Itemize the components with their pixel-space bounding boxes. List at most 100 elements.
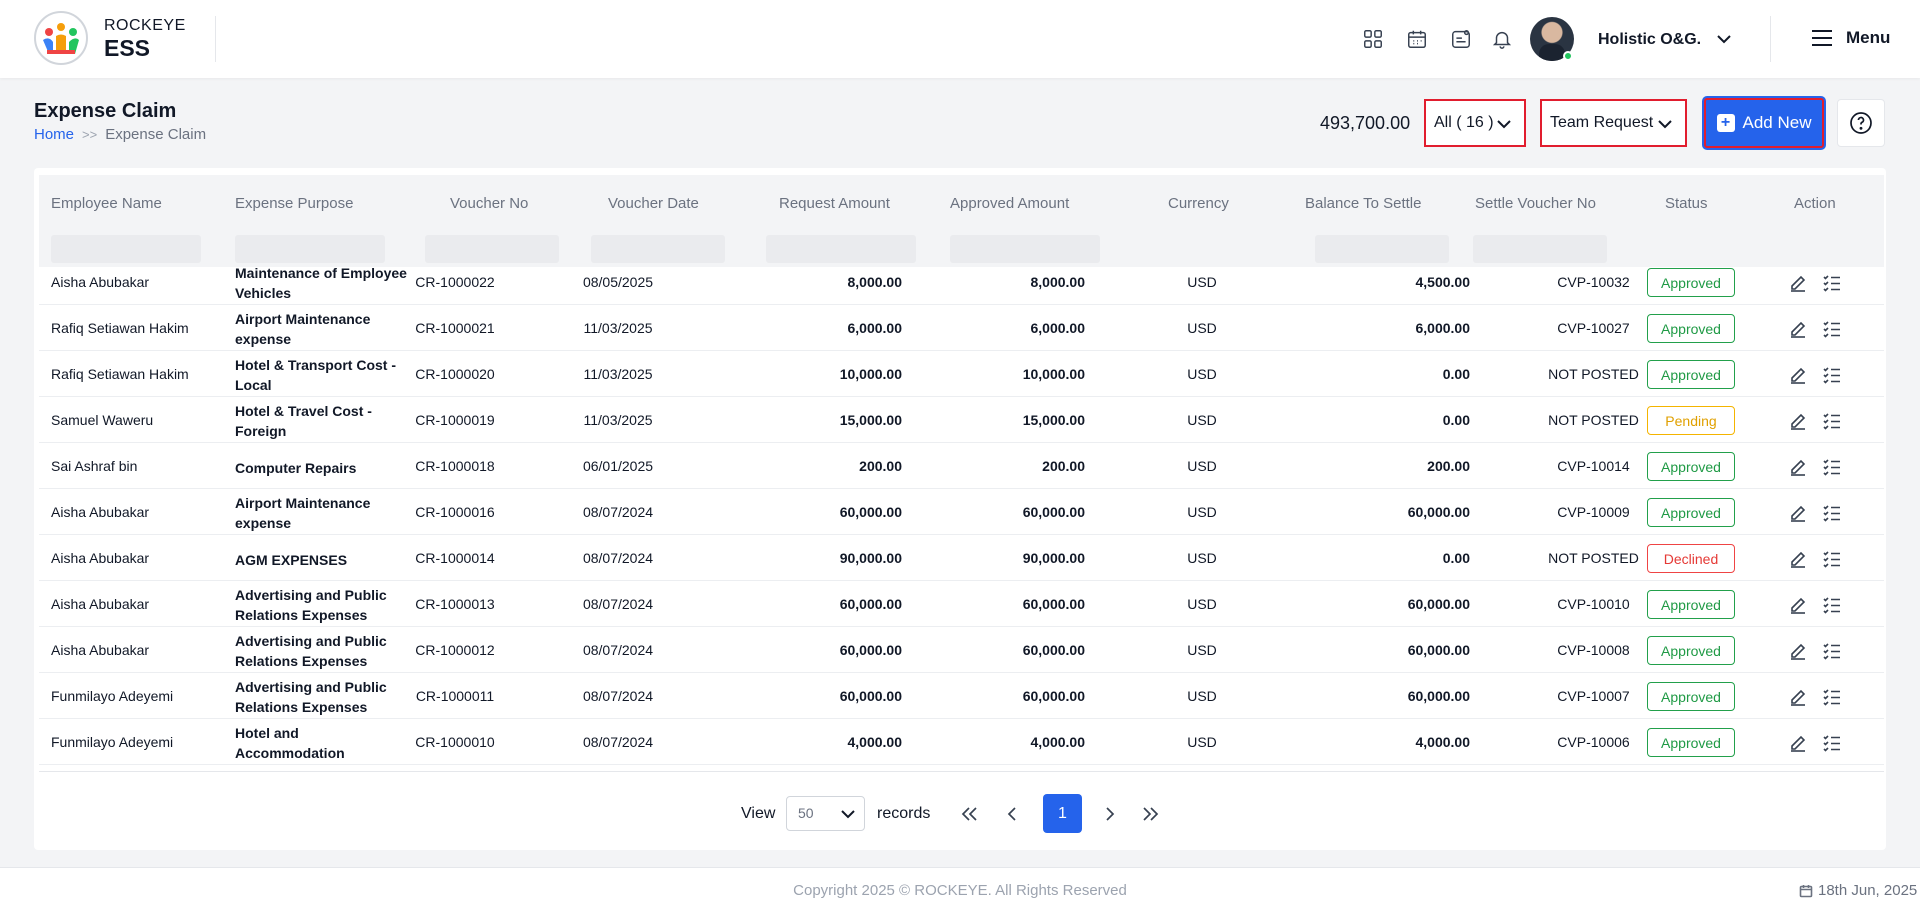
edit-button[interactable]: [1788, 411, 1808, 431]
details-button[interactable]: [1822, 411, 1842, 431]
table-row[interactable]: Aisha Abubakar AGM EXPENSES CR-1000014 0…: [39, 535, 1884, 581]
voucher-no-cell: CR-1000011: [415, 688, 495, 704]
voucher-no-cell: CR-1000020: [415, 366, 495, 382]
table-row[interactable]: Rafiq Setiawan Hakim Airport Maintenance…: [39, 305, 1884, 351]
status-filter-select[interactable]: All ( 16 ): [1424, 99, 1526, 147]
chevrons-right-icon: [1143, 807, 1159, 821]
details-button[interactable]: [1822, 319, 1842, 339]
col-action: Action: [1794, 195, 1836, 212]
currency-cell: USD: [1187, 458, 1217, 474]
edit-button[interactable]: [1788, 457, 1808, 477]
checklist-icon: [1823, 459, 1840, 476]
details-button[interactable]: [1822, 457, 1842, 477]
details-button[interactable]: [1822, 503, 1842, 523]
page-1-button[interactable]: 1: [1043, 794, 1082, 833]
breadcrumb-home[interactable]: Home: [34, 126, 74, 143]
apps-grid-icon[interactable]: [1361, 27, 1385, 51]
table-row[interactable]: Sai Ashraf bin Computer Repairs CR-10000…: [39, 443, 1884, 489]
voucher-no-cell: CR-1000019: [415, 412, 495, 428]
balance-to-settle-cell: 60,000.00: [1407, 642, 1470, 658]
edit-button[interactable]: [1788, 595, 1808, 615]
bell-icon[interactable]: [1490, 27, 1514, 51]
details-button[interactable]: [1822, 549, 1842, 569]
help-icon: [1850, 112, 1872, 134]
col-request-amount[interactable]: Request Amount: [779, 195, 890, 212]
col-expense-purpose[interactable]: Expense Purpose: [235, 195, 353, 212]
pagination: View 50 records 1: [34, 794, 1886, 834]
table-row[interactable]: Aisha Abubakar Maintenance of Employee V…: [39, 267, 1884, 305]
col-balance-to-settle[interactable]: Balance To Settle: [1305, 195, 1421, 212]
breadcrumb: Home >> Expense Claim: [34, 126, 206, 143]
last-page-button[interactable]: [1139, 802, 1163, 826]
filter-date-input[interactable]: [591, 235, 725, 263]
add-new-button[interactable]: + Add New: [1704, 98, 1824, 148]
details-button[interactable]: [1822, 595, 1842, 615]
table-row[interactable]: Samuel Waweru Hotel & Travel Cost - Fore…: [39, 397, 1884, 443]
filter-balance-input[interactable]: [1315, 235, 1449, 263]
col-employee-name[interactable]: Employee Name: [51, 195, 162, 212]
table-row[interactable]: Aisha Abubakar Airport Maintenance expen…: [39, 489, 1884, 535]
details-button[interactable]: [1822, 733, 1842, 753]
col-approved-amount[interactable]: Approved Amount: [950, 195, 1069, 212]
col-voucher-date[interactable]: Voucher Date: [608, 195, 699, 212]
menu-button[interactable]: Menu: [1810, 27, 1890, 49]
first-page-button[interactable]: [957, 802, 981, 826]
request-type-value: Team Request: [1550, 114, 1654, 131]
employee-name-cell: Rafiq Setiawan Hakim: [51, 366, 189, 382]
page-size-select[interactable]: 50: [786, 796, 865, 831]
prev-page-button[interactable]: [1000, 802, 1024, 826]
filter-settle-input[interactable]: [1473, 235, 1607, 263]
details-button[interactable]: [1822, 365, 1842, 385]
edit-button[interactable]: [1788, 549, 1808, 569]
employee-name-cell: Samuel Waweru: [51, 412, 154, 428]
rockeye-logo[interactable]: [33, 10, 89, 66]
filter-request-input[interactable]: [766, 235, 916, 263]
col-status[interactable]: Status: [1665, 195, 1708, 212]
status-badge: Approved: [1647, 268, 1735, 297]
plus-icon: +: [1716, 114, 1735, 132]
table-row[interactable]: Aisha Abubakar Advertising and Public Re…: [39, 627, 1884, 673]
notes-icon[interactable]: [1449, 27, 1473, 51]
status-badge: Pending: [1647, 406, 1735, 435]
details-button[interactable]: [1822, 687, 1842, 707]
edit-button[interactable]: [1788, 365, 1808, 385]
col-currency[interactable]: Currency: [1168, 195, 1229, 212]
company-name[interactable]: Holistic O&G.: [1598, 31, 1701, 49]
edit-button[interactable]: [1788, 733, 1808, 753]
filter-voucher-input[interactable]: [425, 235, 559, 263]
filter-purpose-input[interactable]: [235, 235, 385, 263]
balance-to-settle-cell: 60,000.00: [1407, 596, 1470, 612]
filter-employee-input[interactable]: [51, 235, 201, 263]
calendar-icon: [1799, 884, 1813, 897]
edit-button[interactable]: [1788, 503, 1808, 523]
col-voucher-no[interactable]: Voucher No: [450, 195, 528, 212]
calendar-icon[interactable]: [1405, 27, 1429, 51]
table-row[interactable]: Rafiq Setiawan Hakim Hotel & Transport C…: [39, 351, 1884, 397]
checklist-icon: [1823, 735, 1840, 752]
filter-approved-input[interactable]: [950, 235, 1100, 263]
voucher-no-cell: CR-1000013: [415, 596, 495, 612]
voucher-no-cell: CR-1000018: [415, 458, 495, 474]
details-button[interactable]: [1822, 273, 1842, 293]
edit-button[interactable]: [1788, 273, 1808, 293]
voucher-no-cell: CR-1000021: [415, 320, 495, 336]
edit-button[interactable]: [1788, 641, 1808, 661]
employee-name-cell: Aisha Abubakar: [51, 596, 150, 612]
table-row[interactable]: Funmilayo Adeyemi Advertising and Public…: [39, 673, 1884, 719]
chevron-down-icon[interactable]: [1714, 29, 1734, 49]
table-row[interactable]: Funmilayo Adeyemi Hotel and Accommodatio…: [39, 719, 1884, 765]
employee-name-cell: Rafiq Setiawan Hakim: [51, 320, 189, 336]
details-button[interactable]: [1822, 641, 1842, 661]
request-type-select[interactable]: Team Request: [1540, 99, 1687, 147]
checklist-icon: [1823, 551, 1840, 568]
edit-button[interactable]: [1788, 319, 1808, 339]
col-settle-voucher-no[interactable]: Settle Voucher No: [1475, 195, 1596, 212]
approved-amount-cell: 60,000.00: [1022, 596, 1085, 612]
chevron-down-icon: [1658, 120, 1672, 129]
table-row[interactable]: Aisha Abubakar Advertising and Public Re…: [39, 581, 1884, 627]
help-button[interactable]: [1837, 99, 1885, 147]
employee-name-cell: Funmilayo Adeyemi: [51, 688, 174, 704]
next-page-button[interactable]: [1098, 802, 1122, 826]
approved-amount-cell: 90,000.00: [1022, 550, 1085, 566]
edit-button[interactable]: [1788, 687, 1808, 707]
